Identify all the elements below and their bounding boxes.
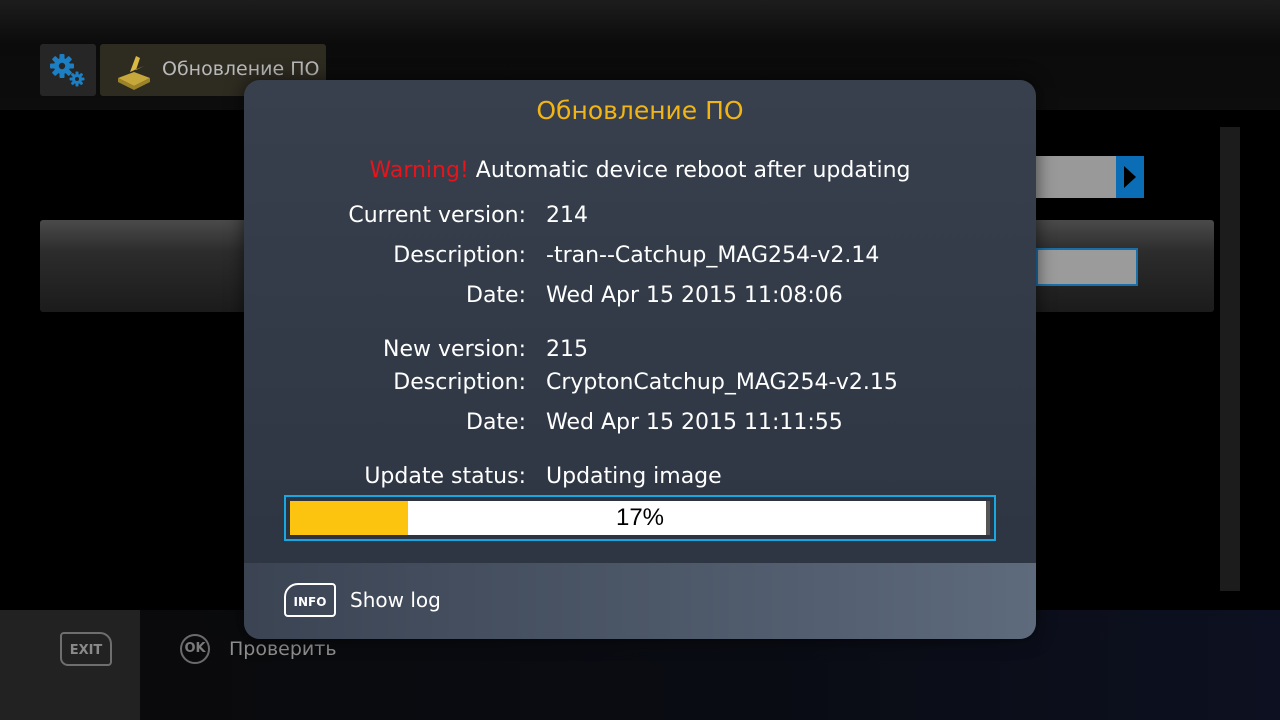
section-title: Обновление ПО xyxy=(162,58,320,80)
warning-label: Warning! xyxy=(369,158,469,183)
background-scrollbar[interactable] xyxy=(1220,127,1240,591)
current-date-row: Date: Wed Apr 15 2015 11:08:06 xyxy=(244,283,1036,313)
new-version-label: New version: xyxy=(383,337,526,362)
new-description-value: CryptonCatchup_MAG254-v2.15 xyxy=(546,370,898,395)
background-select-field[interactable] xyxy=(1036,156,1116,198)
new-date-value: Wed Apr 15 2015 11:11:55 xyxy=(546,410,843,435)
update-icon xyxy=(118,56,150,90)
new-description-label: Description: xyxy=(393,370,526,395)
update-status-label: Update status: xyxy=(364,464,526,489)
gear-icon xyxy=(50,54,85,87)
current-description-value: -tran--Catchup_MAG254-v2.14 xyxy=(546,243,880,268)
progress-track: 17% xyxy=(290,501,990,535)
info-key-icon[interactable]: INFO xyxy=(284,583,336,617)
exit-cell: EXIT xyxy=(0,610,140,720)
show-log-label[interactable]: Show log xyxy=(350,588,441,612)
current-date-value: Wed Apr 15 2015 11:08:06 xyxy=(546,283,843,308)
current-version-value: 214 xyxy=(546,203,588,228)
new-description-row: Description: CryptonCatchup_MAG254-v2.15 xyxy=(244,370,1036,400)
check-label[interactable]: Проверить xyxy=(229,638,337,660)
update-status-row: Update status: Updating image xyxy=(244,464,1036,494)
background-input-field[interactable] xyxy=(1036,248,1138,286)
exit-key-icon[interactable]: EXIT xyxy=(60,632,112,666)
update-progress-bar: 17% xyxy=(284,495,996,541)
settings-button[interactable] xyxy=(40,44,96,96)
arrow-right-icon[interactable] xyxy=(1116,156,1144,198)
warning-text: Automatic device reboot after updating xyxy=(468,158,911,183)
warning-message: Warning! Automatic device reboot after u… xyxy=(244,158,1036,183)
new-date-row: Date: Wed Apr 15 2015 11:11:55 xyxy=(244,410,1036,440)
new-version-value: 215 xyxy=(546,337,588,362)
ok-key-icon[interactable]: OK xyxy=(180,634,210,664)
update-status-value: Updating image xyxy=(546,464,722,489)
dialog-title: Обновление ПО xyxy=(536,96,744,125)
dialog-footer: INFO Show log xyxy=(244,563,1036,639)
current-description-label: Description: xyxy=(393,243,526,268)
update-dialog: Обновление ПО Warning! Automatic device … xyxy=(244,80,1036,639)
new-version-row: New version: 215 xyxy=(244,337,1036,367)
current-version-row: Current version: 214 xyxy=(244,203,1036,233)
progress-percent: 17% xyxy=(615,504,665,531)
current-date-label: Date: xyxy=(466,283,526,308)
new-date-label: Date: xyxy=(466,410,526,435)
current-description-row: Description: -tran--Catchup_MAG254-v2.14 xyxy=(244,243,1036,273)
current-version-label: Current version: xyxy=(348,203,526,228)
